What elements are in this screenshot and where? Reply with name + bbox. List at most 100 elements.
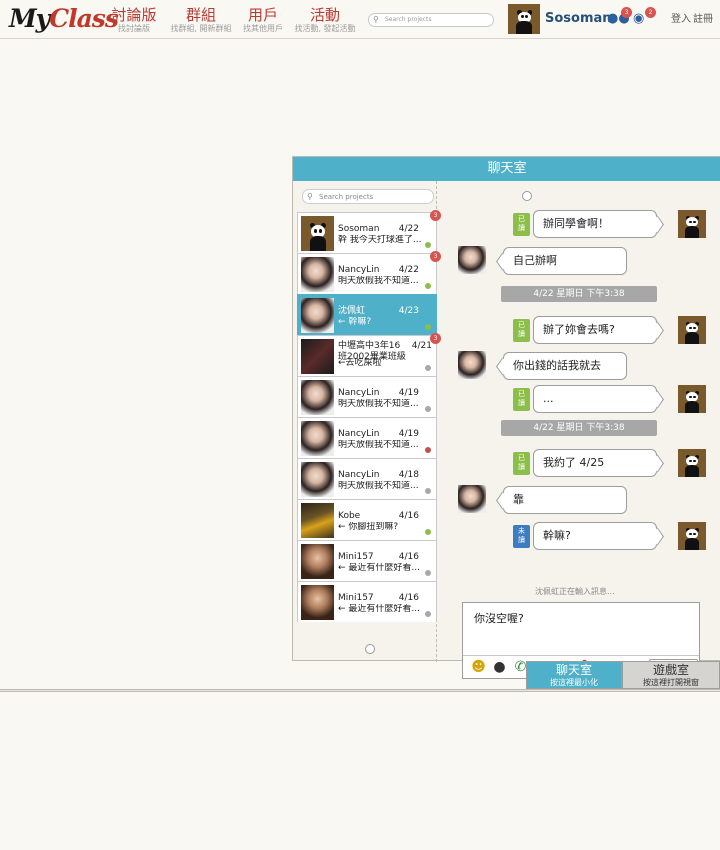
conversation-avatar[interactable] xyxy=(301,216,334,251)
received-message: 自己辦啊 xyxy=(503,247,627,275)
conversation-preview: 明天放假我不知道... xyxy=(338,276,419,286)
nav-forum[interactable]: 討論版 找討論版 xyxy=(108,6,160,34)
my-avatar[interactable] xyxy=(678,385,706,413)
conversation-name: NancyLin xyxy=(338,470,380,480)
nav-events-sub: 找活動, 發起活動 xyxy=(294,24,356,33)
top-search-placeholder: Search projects xyxy=(385,16,432,23)
conversation-name: Kobe xyxy=(338,511,361,521)
logo[interactable]: MyClass xyxy=(9,4,119,34)
chat-title: 聊天室 xyxy=(293,157,720,181)
conversation-preview: 明天放假我不知道... xyxy=(338,481,419,491)
conversation-date: 4/22 xyxy=(398,265,419,275)
search-icon: ⚲ xyxy=(373,15,379,24)
message-area: 已讀辦同學會啊！ 自己辦啊 4/22 星期日 下午3:38 已讀辦了妳會去嗎? 你出錢的… xyxy=(438,181,720,679)
conversation-avatar[interactable] xyxy=(301,462,334,497)
my-avatar[interactable] xyxy=(678,210,706,238)
conversation-date: 4/22 xyxy=(398,224,419,234)
status-dot xyxy=(425,283,431,289)
page-divider xyxy=(0,689,720,692)
nav-events-label: 活動 xyxy=(309,6,340,24)
nav-groups-sub: 找群組, 開新群組 xyxy=(170,24,232,33)
conversation-name: Mini157 xyxy=(338,593,374,603)
conversation-preview: 幹 我今天打球進了... xyxy=(338,235,422,245)
message-scroll-handle[interactable] xyxy=(522,191,532,201)
top-search-input[interactable]: ⚲ Search projects xyxy=(368,13,494,27)
conversation-list: Sosoman 4/22 幹 我今天打球進了... 3 NancyLin 4/22 明天放假… xyxy=(297,210,441,622)
status-dot xyxy=(425,406,431,412)
conversation-item[interactable]: NancyLin 4/19 明天放假我不知道... xyxy=(297,376,437,417)
my-avatar[interactable] xyxy=(678,522,706,550)
read-tag: 已讀 xyxy=(513,388,530,411)
conversation-item[interactable]: Mini157 4/16 ← 最近有什麼好看... xyxy=(297,581,437,622)
sent-message: 幹嘛? xyxy=(533,522,657,550)
microphone-icon[interactable]: ● xyxy=(491,659,508,676)
conversation-preview: ← 幹嘛? xyxy=(338,317,372,327)
conversation-item[interactable]: 沈佩虹 4/23 ← 幹嘛? xyxy=(297,294,437,335)
nav-groups[interactable]: 群組 找群組, 開新群組 xyxy=(170,6,232,34)
typing-indicator: 沈佩虹正在輸入訊息... xyxy=(535,587,615,596)
chat-window: 聊天室 ⚲ Search projects Sosoman 4/22 幹 我今天打球… xyxy=(292,156,720,679)
dock-chat-sub: 按這裡最小化 xyxy=(550,678,598,687)
nav-events[interactable]: 活動 找活動, 發起活動 xyxy=(294,6,356,34)
conversation-item[interactable]: Kobe 4/16 ← 你腳扭到嘛? xyxy=(297,499,437,540)
conversation-item[interactable]: Sosoman 4/22 幹 我今天打球進了... 3 xyxy=(297,210,441,253)
conversation-item[interactable]: Mini157 4/16 ← 最近有什麼好看... xyxy=(297,540,437,581)
dock-game-tab[interactable]: 遊戲室 按這裡打開視窗 xyxy=(622,661,720,689)
conversation-search-input[interactable]: ⚲ Search projects xyxy=(302,189,434,204)
nav-users[interactable]: 用戶 找其他用戶 xyxy=(240,6,286,34)
conversation-date: 4/19 xyxy=(398,388,419,398)
conversation-item[interactable]: NancyLin 4/22 明天放假我不知道... 3 xyxy=(297,251,441,294)
sent-message: 辦同學會啊！ xyxy=(533,210,657,238)
conversation-date: 4/18 xyxy=(398,470,419,480)
conversation-avatar[interactable] xyxy=(301,503,334,538)
received-message: 靠 xyxy=(503,486,627,514)
dock-game-label: 遊戲室 xyxy=(652,663,689,677)
read-tag: 已讀 xyxy=(513,213,530,236)
conversation-search-placeholder: Search projects xyxy=(319,193,374,201)
sent-message: 辦了妳會去嗎? xyxy=(533,316,657,344)
my-avatar[interactable] xyxy=(678,449,706,477)
conversation-pane: ⚲ Search projects Sosoman 4/22 幹 我今天打球進了..… xyxy=(293,181,441,662)
my-avatar[interactable] xyxy=(678,316,706,344)
conversation-date: 4/23 xyxy=(398,306,419,316)
conversation-avatar[interactable] xyxy=(301,544,334,579)
conversation-date: 4/19 xyxy=(398,429,419,439)
conversation-item[interactable]: NancyLin 4/19 明天放假我不知道... xyxy=(297,417,437,458)
status-dot xyxy=(425,324,431,330)
top-bar: MyClass 討論版 找討論版 群組 找群組, 開新群組 用戶 找其他用戶 活… xyxy=(0,0,720,39)
unread-tag: 未讀 xyxy=(513,525,530,548)
compose-input[interactable]: 你沒空喔? xyxy=(474,612,524,626)
read-tag: 已讀 xyxy=(513,452,530,475)
conversation-avatar[interactable] xyxy=(301,339,334,374)
nav-forum-label: 討論版 xyxy=(111,6,157,24)
dock-game-sub: 按這裡打開視窗 xyxy=(643,678,699,687)
status-dot xyxy=(425,611,431,617)
username[interactable]: Sosoman xyxy=(545,11,612,27)
conversation-avatar[interactable] xyxy=(301,421,334,456)
conversation-name: Sosoman xyxy=(338,224,380,234)
date-separator: 4/22 星期日 下午3:38 xyxy=(501,286,657,302)
conversation-name: NancyLin xyxy=(338,265,380,275)
dock-chat-tab[interactable]: 聊天室 按這裡最小化 xyxy=(526,661,622,689)
conversation-avatar[interactable] xyxy=(301,298,334,333)
conversation-name: 沈佩虹 xyxy=(338,306,366,316)
conversation-avatar[interactable] xyxy=(301,380,334,415)
conversation-preview: ← 最近有什麼好看... xyxy=(338,563,420,573)
conversation-avatar[interactable] xyxy=(301,585,334,620)
emoji-icon[interactable]: ☻ xyxy=(470,659,487,676)
contact-avatar[interactable] xyxy=(458,246,486,274)
status-dot xyxy=(425,488,431,494)
conversation-name: NancyLin xyxy=(338,429,380,439)
register-link[interactable]: 註冊 xyxy=(693,14,713,26)
conversation-preview: 明天放假我不知道... xyxy=(338,440,419,450)
user-avatar[interactable] xyxy=(508,4,540,34)
conversation-item[interactable]: 中壢高中3年16 班2002畢業班級 4/21 ←去吃屎啦 3 xyxy=(297,333,441,376)
login-link[interactable]: 登入 xyxy=(671,14,691,26)
conversation-item[interactable]: NancyLin 4/18 明天放假我不知道... xyxy=(297,458,437,499)
conversation-avatar[interactable] xyxy=(301,257,334,292)
contact-avatar[interactable] xyxy=(458,485,486,513)
list-scroll-handle[interactable] xyxy=(365,644,375,654)
conversation-preview: ←去吃屎啦 xyxy=(338,358,382,368)
contact-avatar[interactable] xyxy=(458,351,486,379)
status-dot xyxy=(425,242,431,248)
